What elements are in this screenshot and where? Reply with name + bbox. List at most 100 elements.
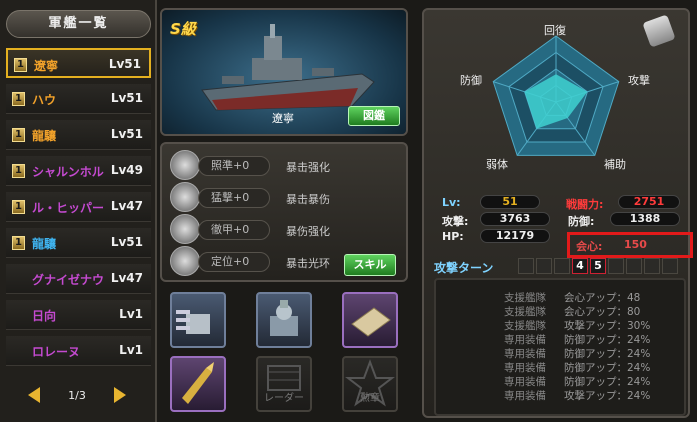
target-icon <box>170 246 200 276</box>
equip-slot-engine[interactable] <box>256 292 312 348</box>
turn-cell <box>536 258 552 274</box>
bonus-effect: 会心アップ：48 <box>564 292 641 304</box>
ship-list-item[interactable]: 1 ル・ヒッパー Lv47 <box>6 192 151 222</box>
bonus-effect: 会心アップ：80 <box>564 306 641 318</box>
turn-cell <box>554 258 570 274</box>
main-gun-icon <box>176 310 210 334</box>
ship-list-item[interactable]: 1 遼寧 Lv51 <box>6 48 151 78</box>
atk-label: 攻撃: <box>442 215 469 228</box>
bonus-list: 支援艦隊 会心アップ：48 支援艦隊 会心アップ：80 支援艦隊 攻撃アップ：3… <box>434 278 686 416</box>
def-label: 防御: <box>568 215 595 228</box>
engine-icon <box>270 300 298 336</box>
attack-turn-label: 攻撃ターン <box>434 261 494 275</box>
ship-list-item[interactable]: ロレーヌ Lv1 <box>6 336 151 366</box>
pager: 1/3 <box>22 384 132 408</box>
turn-cell <box>644 258 660 274</box>
skill-desc: 暴伤强化 <box>286 225 330 238</box>
def-value: 1388 <box>610 212 680 226</box>
ship-name: シャルンホル <box>32 165 104 179</box>
lv-label: Lv: <box>442 196 461 209</box>
turn-cell-active: 5 <box>590 258 606 274</box>
axis-label-debuff: 弱体 <box>486 158 508 171</box>
next-page-icon[interactable] <box>114 387 126 403</box>
fleet-badge: 1 <box>12 236 25 250</box>
lv-value: 51 <box>480 195 540 209</box>
bonus-effect: 防御アップ：24% <box>564 334 651 346</box>
skill-name: 照準+0 <box>198 156 270 176</box>
ship-list-item[interactable]: 1 龍驤 Lv51 <box>6 120 151 150</box>
ship-level: Lv51 <box>108 57 141 71</box>
skill-desc: 暴击强化 <box>286 161 330 174</box>
ship-name: 遼寧 <box>34 59 59 73</box>
turn-cell <box>518 258 534 274</box>
turn-cell <box>608 258 624 274</box>
ship-name: ロレーヌ <box>32 345 81 359</box>
bonus-effect: 防御アップ：24% <box>564 362 651 374</box>
fleet-badge: 1 <box>12 200 25 214</box>
skill-name: 定位+0 <box>198 252 270 272</box>
radar-slot-label: レーダー <box>264 393 304 404</box>
fleet-badge: 1 <box>14 58 27 72</box>
ship-list-title: 軍艦一覧 <box>6 10 151 38</box>
ship-level: Lv47 <box>110 271 143 285</box>
shell-icon <box>182 362 214 404</box>
fleet-badge: 1 <box>12 128 25 142</box>
turn-cell-active: 4 <box>572 258 588 274</box>
skill-row[interactable]: 照準+0 暴击强化 <box>168 150 404 180</box>
equip-slot-radar[interactable]: レーダー <box>256 356 312 412</box>
ship-name: 日向 <box>32 309 57 323</box>
ship-name: グナイゼナウ <box>32 273 105 287</box>
axis-label-support: 補助 <box>604 158 626 171</box>
medal-slot-label: 勲章 <box>360 393 380 404</box>
attack-turn-row: 攻撃ターン 4 5 <box>434 258 684 275</box>
ship-name: 遼寧 <box>272 112 294 125</box>
ship-level: Lv1 <box>119 343 143 357</box>
crosshair-icon <box>170 150 200 180</box>
equip-slot-armor[interactable] <box>342 292 398 348</box>
axis-label-attack: 攻撃 <box>628 74 650 87</box>
skill-row[interactable]: 徹甲+0 暴伤强化 <box>168 214 404 244</box>
skill-row[interactable]: 猛撃+0 暴击暴伤 <box>168 182 404 212</box>
atk-value: 3763 <box>480 212 550 226</box>
axis-label-heal: 回復 <box>544 24 566 37</box>
bonus-source: 専用装備 <box>504 390 546 402</box>
bonus-source: 支援艦隊 <box>504 306 546 318</box>
bonus-effect: 防御アップ：24% <box>564 348 651 360</box>
crit-label: 会心: <box>576 240 603 253</box>
bonus-source: 専用装備 <box>504 362 546 374</box>
skill-desc: 暴击光环 <box>286 257 330 270</box>
ship-list-item[interactable]: 1 ハウ Lv51 <box>6 84 151 114</box>
bonus-source: 専用装備 <box>504 376 546 388</box>
ship-card: S級 遼寧 図鑑 <box>160 8 408 136</box>
encyclopedia-button[interactable]: 図鑑 <box>348 106 400 126</box>
skill-name: 猛撃+0 <box>198 188 270 208</box>
bonus-source: 専用装備 <box>504 348 546 360</box>
ship-name: 龍驤 <box>32 129 57 143</box>
hp-label: HP: <box>442 230 464 243</box>
stats-panel: 回復 攻撃 補助 弱体 防御 Lv: 51 戦闘力: 2751 攻撃: 3763… <box>422 8 693 418</box>
stats-block: Lv: 51 戦闘力: 2751 攻撃: 3763 防御: 1388 HP: 1… <box>434 190 693 262</box>
bonus-source: 専用装備 <box>504 334 546 346</box>
bonus-effect: 防御アップ：24% <box>564 376 651 388</box>
ship-list-item[interactable]: 1 龍驤 Lv51 <box>6 228 151 258</box>
hp-value: 12179 <box>480 229 550 243</box>
armor-plate-icon <box>351 307 391 337</box>
ship-list-item[interactable]: 日向 Lv1 <box>6 300 151 330</box>
bonus-effect: 攻撃アップ：30% <box>564 320 651 332</box>
ship-grade: S級 <box>170 20 196 38</box>
power-value: 2751 <box>618 195 680 209</box>
skills-panel: 照準+0 暴击强化 猛撃+0 暴击暴伤 徹甲+0 暴伤强化 定位+0 暴击光环 … <box>160 142 408 282</box>
equip-slot-medal[interactable]: 勲章 <box>342 356 398 412</box>
equip-slot-shell[interactable] <box>170 356 226 412</box>
ship-list-item[interactable]: 1 シャルンホル Lv49 <box>6 156 151 186</box>
crit-value: 150 <box>624 238 647 251</box>
equip-slot-main-gun[interactable] <box>170 292 226 348</box>
ship-level: Lv47 <box>110 199 143 213</box>
skill-desc: 暴击暴伤 <box>286 193 330 206</box>
ship-level: Lv51 <box>110 235 143 249</box>
ship-level: Lv1 <box>119 307 143 321</box>
ship-list-panel: 軍艦一覧 1 遼寧 Lv51 1 ハウ Lv51 1 龍驤 Lv51 1 シャルンホル Lv49 1 ル・… <box>0 0 157 422</box>
bonus-effect: 攻撃アップ：24% <box>564 390 651 402</box>
skill-button[interactable]: スキル <box>344 254 396 276</box>
ship-list-item[interactable]: グナイゼナウ Lv47 <box>6 264 151 294</box>
